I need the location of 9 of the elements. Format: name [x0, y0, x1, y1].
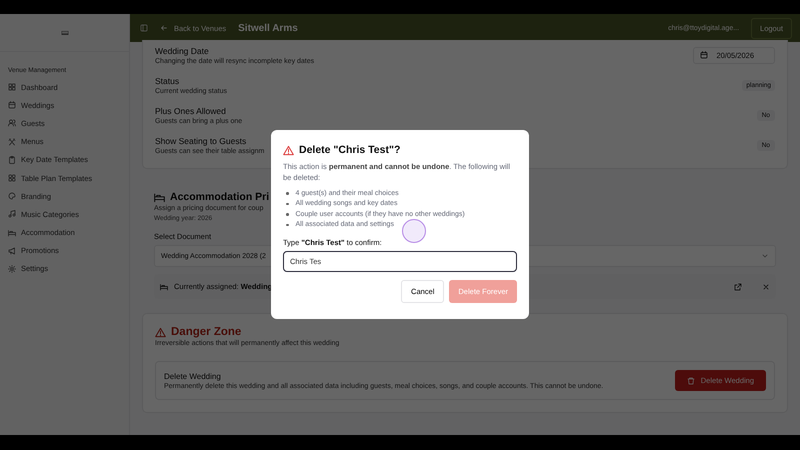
- danger-zone-title: Danger Zone: [171, 326, 242, 338]
- page-title: Sitwell Arms: [238, 22, 298, 34]
- setting-title: Show Seating to Guests: [155, 136, 246, 146]
- dialog-title: Delete "Chris Test"?: [299, 144, 400, 156]
- setting-title: Wedding Date: [155, 46, 209, 56]
- section-title: Accommodation Pri: [170, 191, 270, 203]
- delete-wedding-title: Delete Wedding: [164, 372, 221, 380]
- setting-title: Plus Ones Allowed: [155, 106, 226, 116]
- setting-title: Status: [155, 76, 180, 86]
